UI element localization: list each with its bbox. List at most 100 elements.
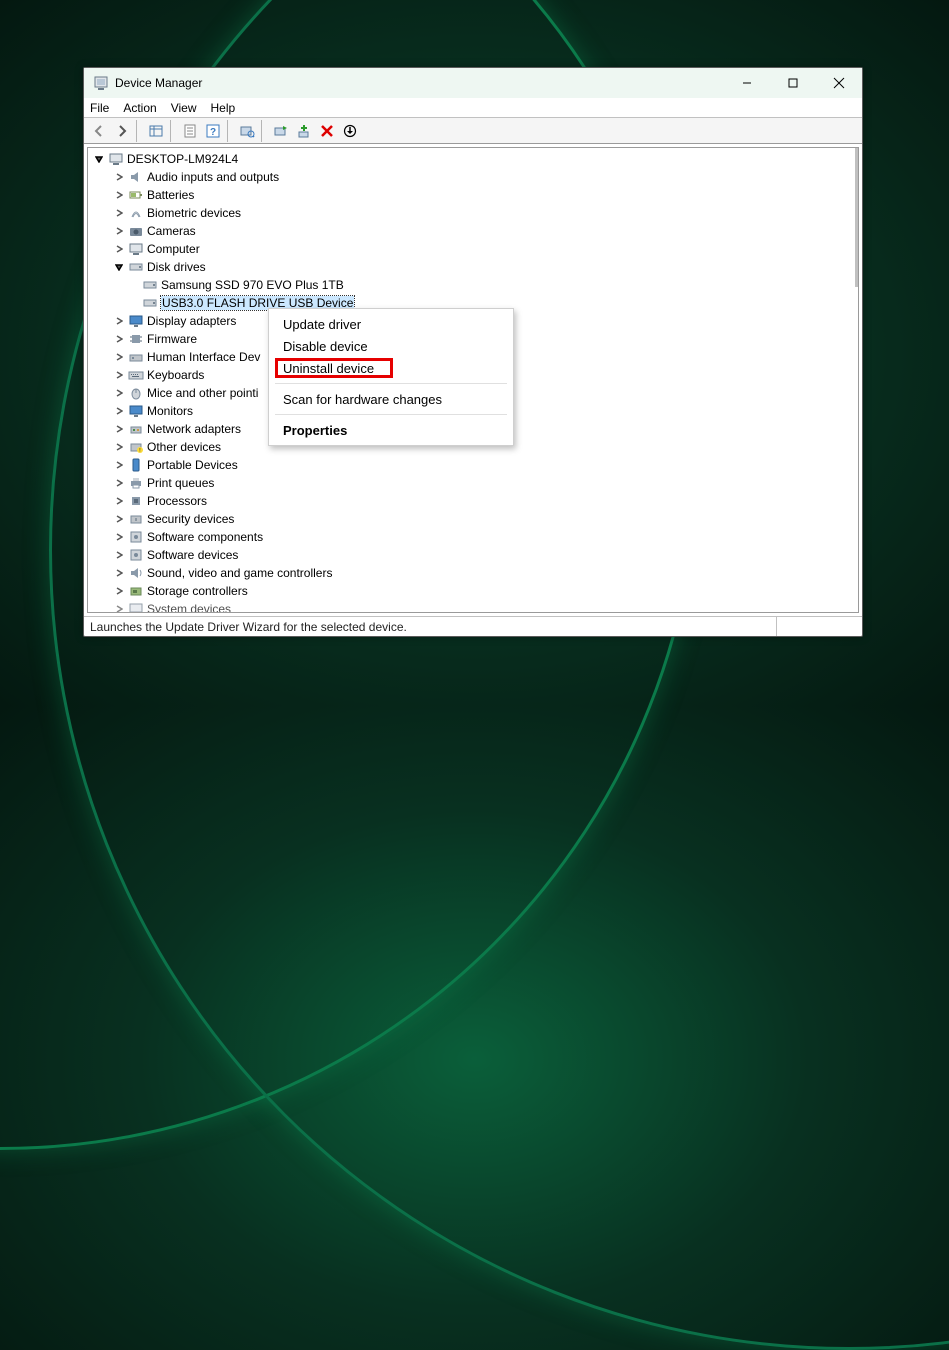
menu-action[interactable]: Action bbox=[123, 101, 156, 115]
software-icon bbox=[128, 547, 144, 563]
disk-icon bbox=[128, 259, 144, 275]
scan-hardware-button[interactable] bbox=[236, 120, 258, 142]
ctx-scan-hardware[interactable]: Scan for hardware changes bbox=[269, 388, 513, 410]
disable-button[interactable] bbox=[339, 120, 361, 142]
menu-help[interactable]: Help bbox=[211, 101, 236, 115]
chevron-right-icon[interactable] bbox=[112, 206, 126, 220]
tree-item[interactable]: Audio inputs and outputs bbox=[88, 168, 858, 186]
chevron-right-icon[interactable] bbox=[112, 350, 126, 364]
tree-item[interactable]: Storage controllers bbox=[88, 582, 858, 600]
statusbar-text: Launches the Update Driver Wizard for th… bbox=[90, 620, 407, 634]
printer-icon bbox=[128, 475, 144, 491]
chevron-down-icon[interactable] bbox=[112, 260, 126, 274]
show-hide-button[interactable] bbox=[145, 120, 167, 142]
tree-item[interactable]: Software devices bbox=[88, 546, 858, 564]
minimize-button[interactable] bbox=[724, 68, 770, 98]
tree-item-disk-child[interactable]: Samsung SSD 970 EVO Plus 1TB bbox=[88, 276, 858, 294]
tree-item[interactable]: Batteries bbox=[88, 186, 858, 204]
statusbar: Launches the Update Driver Wizard for th… bbox=[84, 616, 862, 636]
ctx-update-driver[interactable]: Update driver bbox=[269, 313, 513, 335]
chevron-right-icon[interactable] bbox=[112, 422, 126, 436]
disk-icon bbox=[142, 295, 158, 311]
chevron-right-icon[interactable] bbox=[112, 566, 126, 580]
chevron-right-icon[interactable] bbox=[112, 368, 126, 382]
app-icon bbox=[93, 75, 109, 91]
tree-item[interactable]: Software components bbox=[88, 528, 858, 546]
chevron-right-icon[interactable] bbox=[112, 440, 126, 454]
back-button[interactable] bbox=[88, 120, 110, 142]
display-icon bbox=[128, 313, 144, 329]
chevron-right-icon[interactable] bbox=[112, 332, 126, 346]
chevron-right-icon[interactable] bbox=[112, 170, 126, 184]
tree-item-disk-drives[interactable]: Disk drives bbox=[88, 258, 858, 276]
help-button[interactable]: ? bbox=[202, 120, 224, 142]
svg-text:!: ! bbox=[139, 448, 140, 454]
ctx-uninstall-device[interactable]: Uninstall device bbox=[269, 357, 513, 379]
disk-icon bbox=[142, 277, 158, 293]
ctx-separator bbox=[275, 383, 507, 384]
chevron-right-icon[interactable] bbox=[112, 404, 126, 418]
menu-file[interactable]: File bbox=[90, 101, 109, 115]
computer-icon bbox=[108, 151, 124, 167]
svg-text:?: ? bbox=[210, 127, 216, 138]
uninstall-button[interactable] bbox=[316, 120, 338, 142]
chevron-right-icon[interactable] bbox=[112, 188, 126, 202]
battery-icon bbox=[128, 187, 144, 203]
tree-item[interactable]: Cameras bbox=[88, 222, 858, 240]
computer-icon bbox=[128, 241, 144, 257]
forward-button[interactable] bbox=[111, 120, 133, 142]
ctx-properties[interactable]: Properties bbox=[269, 419, 513, 441]
sound-icon bbox=[128, 565, 144, 581]
ctx-disable-device[interactable]: Disable device bbox=[269, 335, 513, 357]
system-icon bbox=[128, 601, 144, 612]
add-legacy-button[interactable] bbox=[293, 120, 315, 142]
security-icon bbox=[128, 511, 144, 527]
camera-icon bbox=[128, 223, 144, 239]
tree-root-label: DESKTOP-LM924L4 bbox=[127, 152, 238, 166]
update-driver-button[interactable] bbox=[270, 120, 292, 142]
chevron-right-icon[interactable] bbox=[112, 314, 126, 328]
chip-icon bbox=[128, 331, 144, 347]
tree-item[interactable]: System devices bbox=[88, 600, 858, 612]
chevron-right-icon[interactable] bbox=[112, 512, 126, 526]
chevron-right-icon[interactable] bbox=[112, 386, 126, 400]
chevron-right-icon[interactable] bbox=[112, 530, 126, 544]
software-icon bbox=[128, 529, 144, 545]
chevron-right-icon[interactable] bbox=[112, 458, 126, 472]
scrollbar[interactable] bbox=[846, 148, 858, 612]
keyboard-icon bbox=[128, 367, 144, 383]
tree-item[interactable]: Biometric devices bbox=[88, 204, 858, 222]
storage-icon bbox=[128, 583, 144, 599]
tree-item[interactable]: Computer bbox=[88, 240, 858, 258]
audio-icon bbox=[128, 169, 144, 185]
monitor-icon bbox=[128, 403, 144, 419]
chevron-right-icon[interactable] bbox=[112, 494, 126, 508]
chevron-right-icon[interactable] bbox=[112, 224, 126, 238]
tree-root[interactable]: DESKTOP-LM924L4 bbox=[88, 150, 858, 168]
tree-item[interactable]: Security devices bbox=[88, 510, 858, 528]
chevron-right-icon[interactable] bbox=[112, 584, 126, 598]
chevron-right-icon[interactable] bbox=[112, 602, 126, 612]
properties-button[interactable] bbox=[179, 120, 201, 142]
chevron-right-icon[interactable] bbox=[112, 242, 126, 256]
close-button[interactable] bbox=[816, 68, 862, 98]
cpu-icon bbox=[128, 493, 144, 509]
tree-item[interactable]: Sound, video and game controllers bbox=[88, 564, 858, 582]
menubar: File Action View Help bbox=[84, 98, 862, 118]
chevron-down-icon[interactable] bbox=[92, 152, 106, 166]
toolbar: ? bbox=[84, 118, 862, 144]
chevron-right-icon[interactable] bbox=[112, 476, 126, 490]
ctx-separator bbox=[275, 414, 507, 415]
warning-icon: ! bbox=[128, 439, 144, 455]
portable-icon bbox=[128, 457, 144, 473]
hid-icon bbox=[128, 349, 144, 365]
maximize-button[interactable] bbox=[770, 68, 816, 98]
window-title: Device Manager bbox=[115, 76, 202, 90]
menu-view[interactable]: View bbox=[171, 101, 197, 115]
tree-item[interactable]: Portable Devices bbox=[88, 456, 858, 474]
chevron-right-icon[interactable] bbox=[112, 548, 126, 562]
tree-item[interactable]: Processors bbox=[88, 492, 858, 510]
mouse-icon bbox=[128, 385, 144, 401]
titlebar[interactable]: Device Manager bbox=[84, 68, 862, 98]
tree-item[interactable]: Print queues bbox=[88, 474, 858, 492]
